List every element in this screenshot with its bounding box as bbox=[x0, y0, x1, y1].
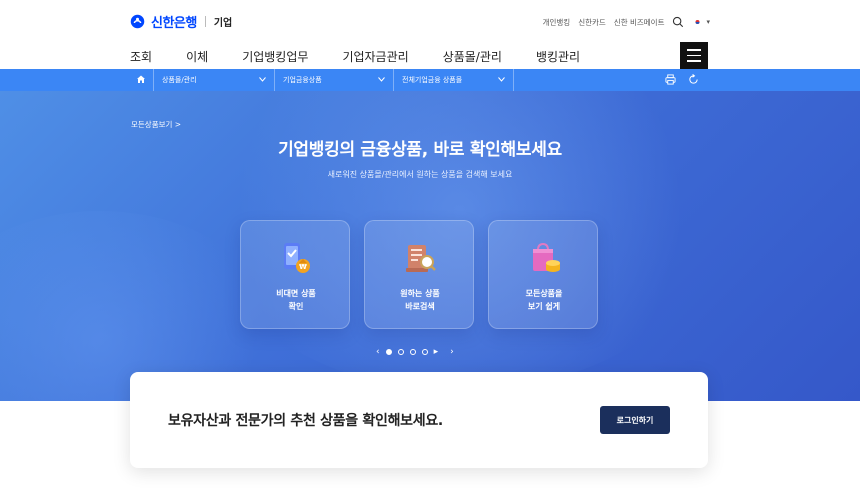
breadcrumb-label: 상품몰/관리 bbox=[162, 76, 197, 84]
chevron-down-icon bbox=[498, 77, 505, 82]
login-prompt-card: 보유자산과 전문가의 추천 상품을 확인해보세요. 로그인하기 bbox=[130, 372, 708, 468]
all-products-link[interactable]: 모든상품보기 > bbox=[131, 119, 181, 130]
login-prompt-message: 보유자산과 전문가의 추천 상품을 확인해보세요. bbox=[168, 413, 443, 429]
breadcrumb-label: 전체기업금융 상품몰 bbox=[402, 76, 463, 84]
nav-item-inquiry[interactable]: 조회 bbox=[130, 48, 152, 65]
carousel-dot[interactable] bbox=[397, 349, 404, 355]
print-icon[interactable] bbox=[665, 74, 676, 85]
hero-title: 기업뱅킹의 금융상품, 바로 확인해보세요 bbox=[278, 140, 562, 160]
carousel-dot[interactable] bbox=[385, 349, 392, 355]
divider bbox=[204, 16, 206, 27]
language-select[interactable]: ▾ bbox=[692, 18, 710, 26]
top-bar: 신한은행 기업 개인뱅킹 신한카드 신한 비즈메이트 ▾ bbox=[0, 0, 860, 42]
chevron-down-icon: ▾ bbox=[706, 18, 710, 26]
chevron-down-icon bbox=[259, 77, 266, 82]
nav-item-banking-management[interactable]: 뱅킹관리 bbox=[536, 48, 580, 65]
breadcrumb: 상품몰/관리 기업금융상품 전체기업금융 상품몰 bbox=[0, 69, 860, 91]
breadcrumb-label: 기업금융상품 bbox=[283, 76, 322, 84]
card-label: 모든상품을 보기 쉽게 bbox=[525, 289, 563, 311]
breadcrumb-product-mall[interactable]: 상품몰/관리 bbox=[153, 69, 274, 91]
nav-item-product-mall[interactable]: 상품몰/관리 bbox=[443, 48, 502, 65]
mobile-coin-icon: ₩ bbox=[284, 243, 310, 273]
carousel-pager: ‹ ▸ › bbox=[376, 347, 454, 357]
utility-links: 개인뱅킹 신한카드 신한 비즈메이트 ▾ bbox=[543, 16, 710, 28]
refresh-icon[interactable] bbox=[688, 74, 699, 85]
link-biz-mate[interactable]: 신한 비즈메이트 bbox=[614, 17, 665, 28]
nav-item-transfer[interactable]: 이체 bbox=[186, 48, 208, 65]
nav-item-fund-management[interactable]: 기업자금관리 bbox=[342, 48, 408, 65]
brand-section: 기업 bbox=[213, 18, 233, 29]
brand-name: 신한은행 bbox=[151, 16, 197, 31]
korea-flag-icon bbox=[692, 18, 704, 26]
home-icon[interactable] bbox=[136, 74, 146, 84]
login-button[interactable]: 로그인하기 bbox=[600, 406, 670, 434]
chevron-down-icon bbox=[378, 77, 385, 82]
menu-button[interactable] bbox=[680, 42, 708, 69]
document-search-icon bbox=[406, 245, 436, 272]
card-non-face-to-face[interactable]: ₩ 비대면 상품 확인 bbox=[240, 220, 350, 329]
main-nav: 조회 이체 기업뱅킹업무 기업자금관리 상품몰/관리 뱅킹관리 bbox=[0, 42, 860, 69]
card-label: 원하는 상품 바로검색 bbox=[400, 289, 440, 311]
link-personal-banking[interactable]: 개인뱅킹 bbox=[543, 17, 571, 28]
hero-banner: 모든상품보기 > 기업뱅킹의 금융상품, 바로 확인해보세요 새로워진 상품몰/… bbox=[0, 91, 860, 401]
breadcrumb-tools bbox=[665, 74, 699, 85]
search-icon[interactable] bbox=[672, 16, 684, 28]
carousel-dot[interactable] bbox=[409, 349, 416, 355]
carousel-prev-button[interactable]: ‹ bbox=[376, 347, 380, 357]
breadcrumb-corporate-finance[interactable]: 기업금융상품 bbox=[274, 69, 393, 91]
card-all-products[interactable]: 모든상품을 보기 쉽게 bbox=[488, 220, 598, 329]
carousel-next-button[interactable]: › bbox=[450, 347, 454, 357]
hamburger-icon bbox=[687, 49, 701, 51]
brand-logo[interactable]: 신한은행 기업 bbox=[130, 12, 232, 31]
shinhan-logo-icon bbox=[130, 14, 145, 29]
svg-text:₩: ₩ bbox=[299, 263, 307, 271]
card-direct-search[interactable]: 원하는 상품 바로검색 bbox=[364, 220, 474, 329]
carousel-play-button[interactable]: ▸ bbox=[434, 347, 439, 357]
carousel-dot[interactable] bbox=[421, 349, 428, 355]
link-shinhan-card[interactable]: 신한카드 bbox=[578, 17, 606, 28]
card-label: 비대면 상품 확인 bbox=[276, 289, 316, 311]
shopping-bag-icon bbox=[533, 242, 560, 272]
nav-item-corporate-banking[interactable]: 기업뱅킹업무 bbox=[242, 48, 308, 65]
hero-subtitle: 새로워진 상품몰/관리에서 원하는 상품을 검색해 보세요 bbox=[327, 170, 513, 179]
breadcrumb-all-products[interactable]: 전체기업금융 상품몰 bbox=[393, 69, 514, 91]
